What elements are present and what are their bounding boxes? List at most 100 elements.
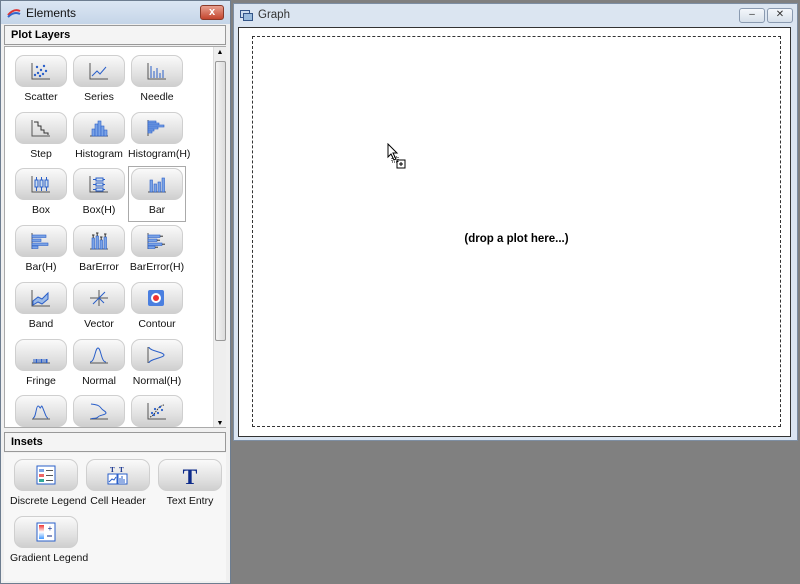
normal-h-button[interactable] [131, 338, 183, 371]
histogram-h-icon [147, 119, 165, 136]
element-box-h[interactable]: Box(H) [70, 168, 128, 216]
bar-error-button[interactable] [73, 225, 125, 258]
band-icon [31, 289, 50, 307]
svg-text:T: T [110, 466, 115, 474]
element-normal[interactable]: Normal [70, 338, 128, 387]
normal-button[interactable] [73, 338, 125, 371]
element-label: Needle [140, 91, 174, 103]
element-label: Gradient Legend [10, 552, 89, 564]
element-histogram-h[interactable]: Histogram(H) [128, 111, 190, 160]
element-scatter[interactable]: Scatter [12, 55, 70, 103]
element-label: BarError [79, 261, 119, 274]
close-button[interactable]: ✕ [767, 8, 793, 23]
bar-error-icon [90, 232, 108, 250]
plot-layers-scrollbar[interactable]: ▲ ▼ [213, 47, 226, 427]
element-gradient-legend[interactable]: + Gradient Legend [10, 516, 89, 564]
element-bar-error[interactable]: BarError [70, 225, 128, 273]
element-discrete-legend[interactable]: Discrete Legend [10, 459, 86, 507]
vector-button[interactable] [73, 281, 125, 314]
element-regression[interactable] [128, 395, 186, 431]
element-density-h[interactable] [70, 395, 128, 431]
element-fringe[interactable]: Fringe [12, 338, 70, 387]
contour-button[interactable] [131, 281, 183, 314]
text-entry-button[interactable]: T [158, 459, 222, 491]
element-series[interactable]: Series [70, 55, 128, 103]
text-entry-icon: T [183, 465, 198, 485]
plot-layers-header[interactable]: Plot Layers [4, 25, 226, 45]
fringe-icon [32, 358, 50, 363]
graph-titlebar: Graph – ✕ [234, 4, 797, 26]
vector-icon [90, 289, 108, 306]
elements-title: Elements [26, 5, 77, 20]
histogram-h-button[interactable] [131, 111, 183, 144]
element-bar-h[interactable]: Bar(H) [12, 225, 70, 273]
element-label: Text Entry [166, 495, 214, 507]
needle-button[interactable] [131, 55, 183, 87]
bar-h-button[interactable] [15, 225, 67, 258]
density-button[interactable] [15, 395, 67, 428]
element-contour[interactable]: Contour [128, 281, 186, 330]
element-label: Series [84, 91, 114, 103]
element-band[interactable]: Band [12, 281, 70, 330]
cell-header-icon: TT [107, 466, 128, 485]
step-button[interactable] [15, 111, 67, 144]
svg-text:T: T [119, 466, 124, 474]
gradient-legend-button[interactable]: + [14, 516, 78, 548]
drop-placeholder: (drop a plot here...) [464, 233, 569, 245]
element-label: Vector [84, 317, 114, 330]
series-button[interactable] [73, 55, 125, 87]
elements-titlebar: Elements x [1, 1, 230, 24]
box-h-button[interactable] [73, 168, 125, 201]
elements-panel: Elements x Plot Layers Scatter Series Need… [0, 0, 231, 584]
bar-error-h-icon [147, 233, 165, 250]
svg-text:T: T [183, 465, 198, 485]
bar-error-h-button[interactable] [131, 225, 183, 258]
svg-text:+: + [48, 524, 53, 533]
box-h-icon [89, 176, 108, 193]
regression-icon [147, 403, 166, 420]
element-label: Scatter [24, 91, 58, 103]
insets-header[interactable]: Insets [4, 432, 226, 452]
element-bar[interactable]: Bar [128, 166, 186, 223]
density-h-icon [90, 403, 108, 420]
histogram-button[interactable] [73, 111, 125, 144]
element-vector[interactable]: Vector [70, 281, 128, 330]
element-step[interactable]: Step [12, 111, 70, 160]
bar-h-icon [31, 233, 49, 250]
element-cell-header[interactable]: T T Cell Header [82, 459, 154, 507]
cell-header-button[interactable]: TT [86, 459, 150, 491]
element-label: Cell Header [90, 495, 146, 507]
element-bar-error-h[interactable]: BarError(H) [128, 225, 186, 273]
close-button[interactable]: x [200, 5, 224, 20]
element-density[interactable] [12, 395, 70, 431]
gradient-legend-icon: + [36, 522, 56, 542]
fringe-button[interactable] [15, 338, 67, 371]
element-label: Band [28, 317, 54, 330]
elements-app-icon [7, 8, 21, 18]
element-normal-h[interactable]: Normal(H) [128, 338, 186, 387]
drag-add-cursor-icon [387, 143, 406, 169]
graph-canvas[interactable]: (drop a plot here...) [238, 27, 791, 437]
minimize-button[interactable]: – [739, 8, 765, 23]
box-button[interactable] [15, 168, 67, 201]
regression-button[interactable] [131, 395, 183, 428]
element-needle[interactable]: Needle [128, 55, 186, 103]
scroll-down-icon[interactable]: ▼ [214, 420, 226, 427]
contour-icon [148, 289, 164, 306]
drop-zone[interactable]: (drop a plot here...) [252, 36, 781, 427]
element-label: Box [31, 204, 51, 217]
scatter-button[interactable] [15, 55, 67, 87]
density-h-button[interactable] [73, 395, 125, 428]
scroll-up-icon[interactable]: ▲ [214, 47, 226, 59]
discrete-legend-button[interactable] [14, 459, 78, 491]
element-label: Box(H) [82, 204, 116, 217]
scrollbar-thumb[interactable] [215, 61, 226, 341]
band-button[interactable] [15, 281, 67, 314]
selection-outline [128, 166, 186, 223]
element-label: BarError(H) [129, 261, 185, 274]
element-box[interactable]: Box [12, 168, 70, 216]
element-text-entry[interactable]: T Text Entry [154, 459, 226, 507]
element-histogram[interactable]: Histogram [70, 111, 128, 160]
box-icon [31, 176, 50, 193]
graph-title: Graph [258, 9, 290, 21]
